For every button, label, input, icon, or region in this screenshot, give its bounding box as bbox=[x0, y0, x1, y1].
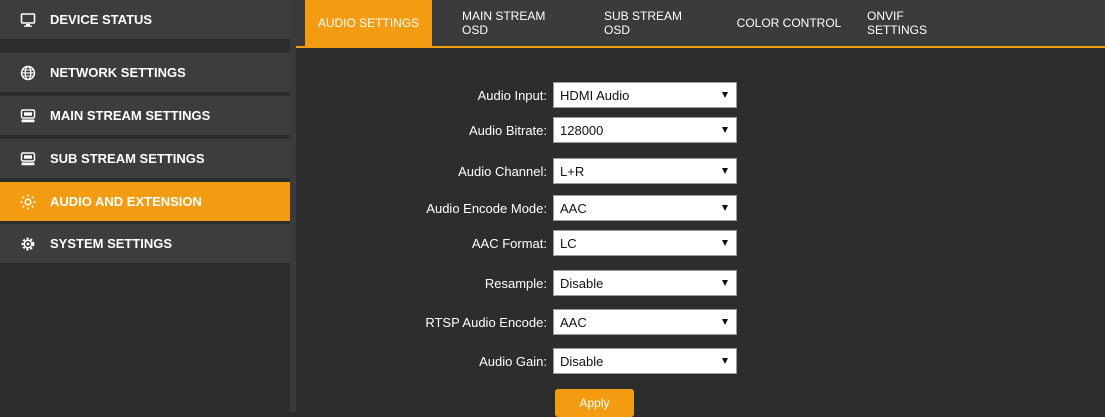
field-label: Audio Input: bbox=[477, 87, 547, 103]
sidebar-item-label: NETWORK SETTINGS bbox=[50, 65, 186, 80]
field-label: Resample: bbox=[484, 275, 547, 291]
tab-onvif-settings[interactable]: ONVIF SETTINGS bbox=[867, 0, 963, 46]
dropdown-arrow-icon bbox=[722, 240, 728, 246]
sidebar-item-system-settings[interactable]: SYSTEM SETTINGS bbox=[0, 224, 290, 264]
dropdown-arrow-icon bbox=[722, 168, 728, 174]
audio-encode-mode-select[interactable]: AAC bbox=[553, 195, 737, 221]
form-row-audio-bitrate: Audio Bitrate: 128000 bbox=[296, 117, 1105, 143]
tab-label: COLOR CONTROL bbox=[736, 16, 842, 30]
tab-label: ONVIF SETTINGS bbox=[867, 9, 928, 37]
dropdown-arrow-icon bbox=[722, 127, 728, 133]
sidebar: DEVICE STATUS NETWORK SETTINGS MAIN STRE… bbox=[0, 0, 296, 412]
form-row-aac-format: AAC Format: LC bbox=[296, 230, 1105, 256]
tab-color-control[interactable]: COLOR CONTROL bbox=[736, 0, 842, 46]
field-label: Audio Gain: bbox=[479, 353, 547, 369]
form-row-audio-channel: Audio Channel: L+R bbox=[296, 158, 1105, 184]
resample-select[interactable]: Disable bbox=[553, 270, 737, 296]
tab-bar: AUDIO SETTINGS MAIN STREAM OSD SUB STREA… bbox=[296, 0, 1105, 48]
sidebar-item-sub-stream-settings[interactable]: SUB STREAM SETTINGS bbox=[0, 139, 290, 179]
aac-format-select[interactable]: LC bbox=[553, 230, 737, 256]
audio-input-select[interactable]: HDMI Audio bbox=[553, 82, 737, 108]
sidebar-item-label: DEVICE STATUS bbox=[50, 12, 153, 27]
tab-sub-stream-osd[interactable]: SUB STREAM OSD bbox=[604, 0, 711, 46]
dropdown-arrow-icon bbox=[722, 358, 728, 364]
sidebar-item-audio-and-extension[interactable]: AUDIO AND EXTENSION bbox=[0, 182, 290, 222]
form-row-audio-input: Audio Input: HDMI Audio bbox=[296, 82, 1105, 108]
field-label: Audio Bitrate: bbox=[468, 122, 547, 138]
tab-label: MAIN STREAM OSD bbox=[462, 9, 546, 37]
tab-audio-settings[interactable]: AUDIO SETTINGS bbox=[305, 0, 432, 46]
sidebar-item-main-stream-settings[interactable]: MAIN STREAM SETTINGS bbox=[0, 96, 290, 136]
sidebar-item-label: SYSTEM SETTINGS bbox=[50, 236, 173, 251]
select-value: Disable bbox=[560, 353, 604, 369]
dropdown-arrow-icon bbox=[722, 205, 728, 211]
form-row-audio-gain: Audio Gain: Disable bbox=[296, 348, 1105, 374]
sidebar-item-label: SUB STREAM SETTINGS bbox=[50, 151, 205, 166]
field-label: AAC Format: bbox=[471, 235, 547, 251]
form-row-rtsp-audio-encode: RTSP Audio Encode: AAC bbox=[296, 309, 1105, 335]
dropdown-arrow-icon bbox=[722, 319, 728, 325]
video-device-icon bbox=[20, 108, 36, 124]
sidebar-item-network-settings[interactable]: NETWORK SETTINGS bbox=[0, 53, 290, 93]
rtsp-audio-encode-select[interactable]: AAC bbox=[553, 309, 737, 335]
audio-gain-select[interactable]: Disable bbox=[553, 348, 737, 374]
sun-dots-icon bbox=[20, 194, 36, 210]
gear-icon bbox=[20, 236, 36, 252]
select-value: Disable bbox=[560, 275, 604, 291]
select-value: 128000 bbox=[560, 122, 604, 138]
field-label: Audio Encode Mode: bbox=[426, 200, 547, 216]
field-label: RTSP Audio Encode: bbox=[425, 314, 547, 330]
apply-button[interactable]: Apply bbox=[555, 389, 634, 417]
select-value: AAC bbox=[560, 200, 587, 216]
dropdown-arrow-icon bbox=[722, 280, 728, 286]
audio-channel-select[interactable]: L+R bbox=[553, 158, 737, 184]
sidebar-item-label: MAIN STREAM SETTINGS bbox=[50, 108, 211, 123]
tab-label: SUB STREAM OSD bbox=[604, 9, 683, 37]
tab-label: AUDIO SETTINGS bbox=[317, 16, 420, 30]
monitor-icon bbox=[20, 12, 36, 28]
video-device-icon bbox=[20, 151, 36, 167]
select-value: LC bbox=[560, 235, 577, 251]
form-row-audio-encode-mode: Audio Encode Mode: AAC bbox=[296, 195, 1105, 221]
globe-icon bbox=[20, 65, 36, 81]
main-panel: AUDIO SETTINGS MAIN STREAM OSD SUB STREA… bbox=[296, 0, 1105, 417]
select-value: L+R bbox=[560, 163, 585, 179]
sidebar-item-label: AUDIO AND EXTENSION bbox=[50, 194, 202, 209]
select-value: HDMI Audio bbox=[560, 87, 630, 103]
select-value: AAC bbox=[560, 314, 587, 330]
audio-bitrate-select[interactable]: 128000 bbox=[553, 117, 737, 143]
dropdown-arrow-icon bbox=[722, 92, 728, 98]
form-row-resample: Resample: Disable bbox=[296, 270, 1105, 296]
tab-main-stream-osd[interactable]: MAIN STREAM OSD bbox=[462, 0, 566, 46]
field-label: Audio Channel: bbox=[458, 163, 547, 179]
sidebar-item-device-status[interactable]: DEVICE STATUS bbox=[0, 0, 290, 40]
